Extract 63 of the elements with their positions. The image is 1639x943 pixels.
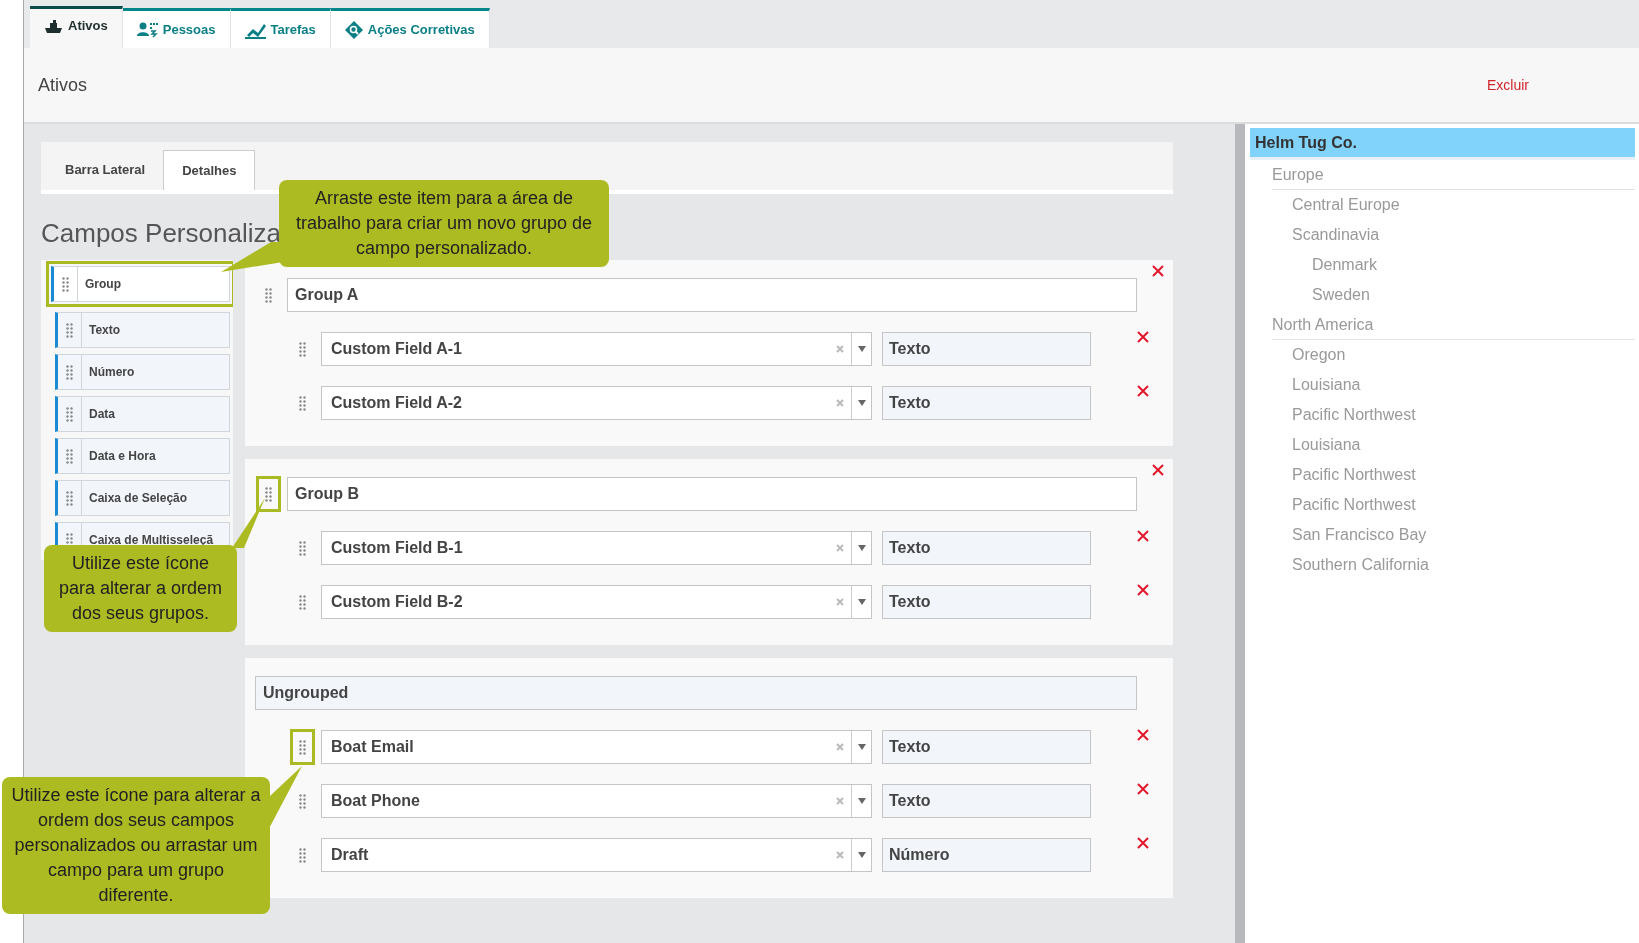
caret-icon[interactable] (857, 400, 866, 406)
field-select[interactable]: Draft (321, 838, 872, 872)
page-heading: Campos Personaliza (41, 217, 281, 250)
delete-icon[interactable] (1136, 728, 1150, 742)
search-icon (344, 20, 363, 39)
field-select[interactable]: Custom Field A-1 (321, 332, 872, 366)
field-type: Texto (882, 585, 1091, 619)
callout-tooltip: Arraste este item para a área de trabalho para criar um novo grupo de campo personalizado. (279, 180, 609, 267)
delete-icon[interactable] (1136, 583, 1150, 597)
delete-icon[interactable] (1136, 330, 1150, 344)
tab[interactable]: Detalhes (163, 150, 256, 190)
delete-icon[interactable] (1136, 529, 1150, 543)
palette-item[interactable]: Data (55, 396, 230, 432)
delete-link[interactable]: Excluir (1487, 74, 1529, 96)
ship-icon (44, 17, 63, 34)
nav-tab[interactable]: Tarefas (230, 8, 331, 48)
clear-icon[interactable] (835, 344, 845, 354)
field-type: Texto (882, 332, 1091, 366)
clear-icon[interactable] (835, 742, 845, 752)
clear-icon[interactable] (835, 850, 845, 860)
palette-item[interactable]: Texto (55, 312, 230, 348)
palette-item[interactable]: Data e Hora (55, 438, 230, 474)
delete-icon[interactable] (1151, 463, 1165, 477)
palette-item[interactable]: Caixa de Seleção (55, 480, 230, 516)
field-select[interactable]: Boat Phone (321, 784, 872, 818)
clear-icon[interactable] (835, 597, 845, 607)
nav-tab[interactable]: Ações Corretivas (330, 8, 490, 48)
clear-icon[interactable] (835, 398, 845, 408)
tab[interactable]: Barra Lateral (47, 150, 164, 190)
clear-icon[interactable] (835, 543, 845, 553)
page-title: Ativos (38, 73, 88, 97)
people-icon (136, 21, 158, 38)
clear-icon[interactable] (835, 796, 845, 806)
delete-icon[interactable] (1151, 264, 1165, 278)
drag-handle-icon[interactable] (292, 732, 312, 762)
field-type: Número (882, 838, 1091, 872)
delete-icon[interactable] (1136, 384, 1150, 398)
drag-handle-icon[interactable] (258, 479, 278, 509)
group-name-field[interactable]: Group A (287, 278, 1137, 312)
caret-icon[interactable] (857, 346, 866, 352)
field-select[interactable]: Custom Field B-2 (321, 585, 872, 619)
caret-icon[interactable] (857, 545, 866, 551)
nav-tab[interactable]: Pessoas (122, 8, 231, 48)
group-name-field[interactable]: Group B (287, 477, 1137, 511)
nav-tab[interactable]: Ativos (30, 6, 123, 48)
group-name-field: Ungrouped (255, 676, 1137, 710)
caret-icon[interactable] (857, 852, 866, 858)
palette-item[interactable]: Número (55, 354, 230, 390)
callout-tooltip: Utilize este ícone para alterar a ordem dos seus grupos. (44, 545, 237, 632)
field-select[interactable]: Custom Field B-1 (321, 531, 872, 565)
field-type: Texto (882, 784, 1091, 818)
tree-item[interactable]: Helm Tug Co. (1250, 128, 1635, 160)
field-select[interactable]: Boat Email (321, 730, 872, 764)
caret-icon[interactable] (857, 599, 866, 605)
field-select[interactable]: Custom Field A-2 (321, 386, 872, 420)
field-type: Texto (882, 531, 1091, 565)
caret-icon[interactable] (857, 798, 866, 804)
caret-icon[interactable] (857, 744, 866, 750)
callout-tooltip: Utilize este ícone para alterar a ordem dos seus campos personalizados ou arrastar um campo para um grupo diferente. (2, 777, 270, 914)
delete-icon[interactable] (1136, 836, 1150, 850)
field-type: Texto (882, 730, 1091, 764)
field-type: Texto (882, 386, 1091, 420)
delete-icon[interactable] (1136, 782, 1150, 796)
